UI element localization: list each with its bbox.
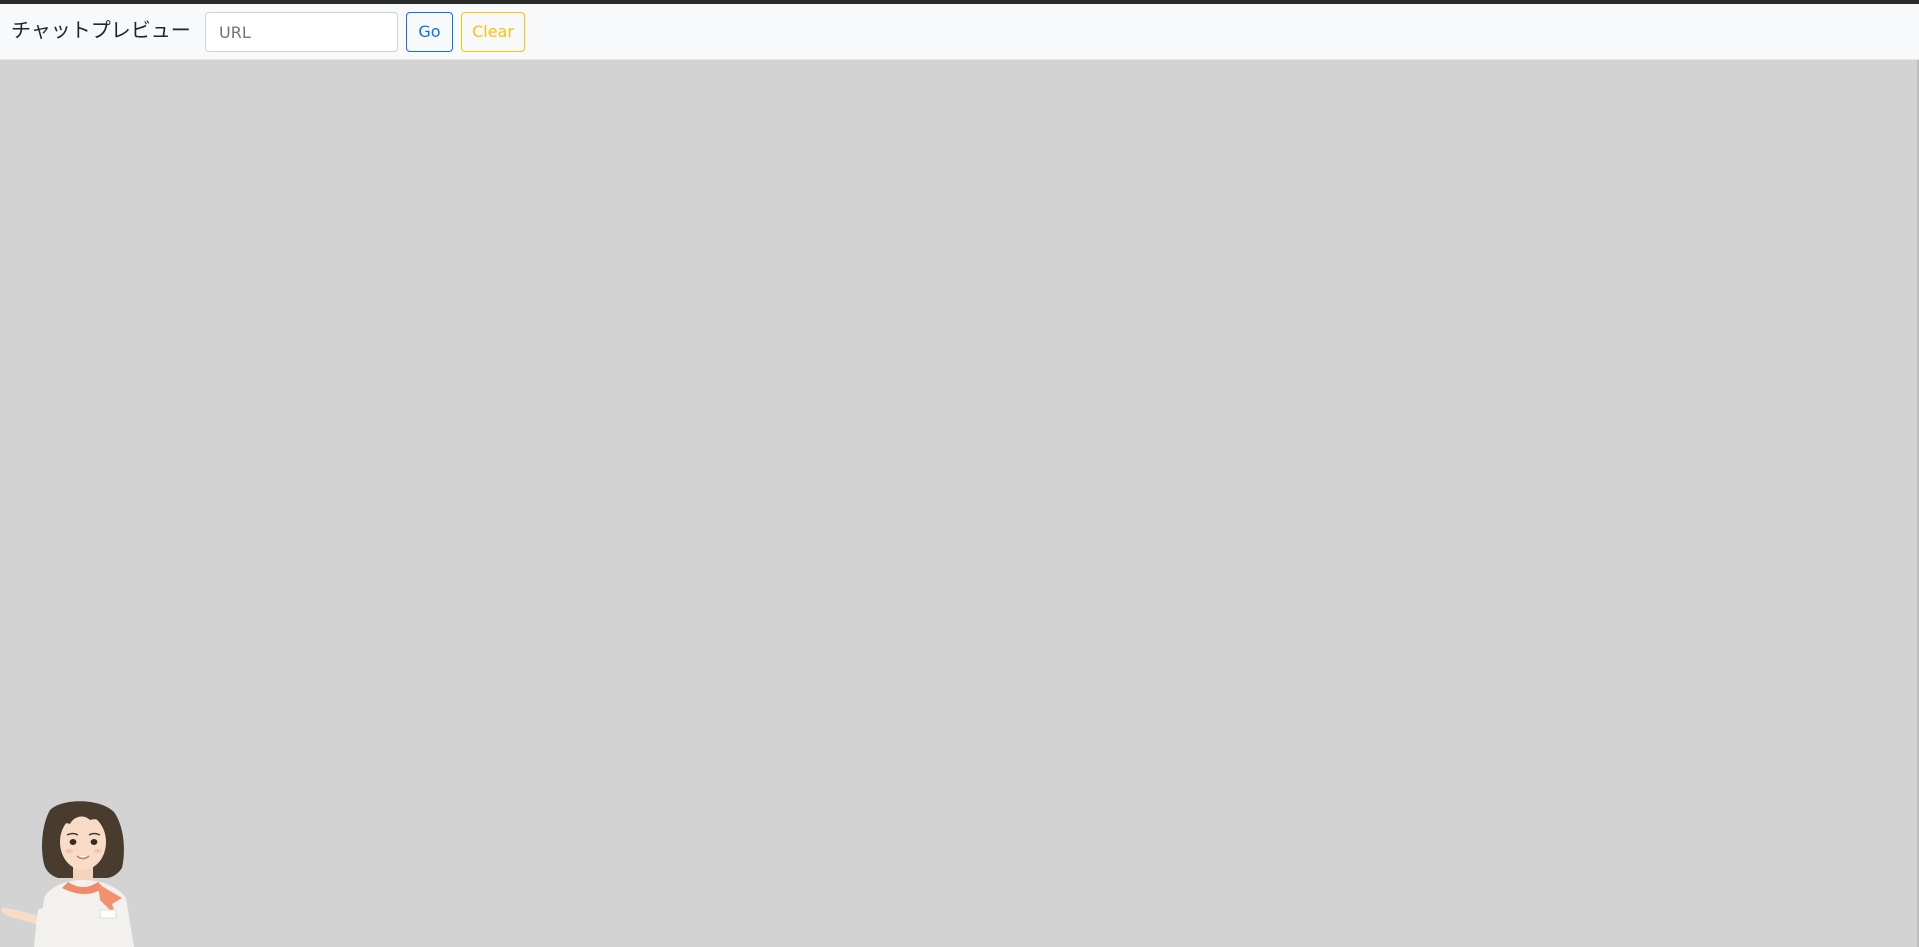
assistant-avatar-icon[interactable] — [0, 798, 140, 947]
navbar: チャットプレビュー Go Clear — [0, 4, 1919, 60]
clear-button[interactable]: Clear — [461, 12, 525, 52]
url-input[interactable] — [205, 12, 398, 52]
chat-preview-area — [0, 60, 1919, 947]
go-button[interactable]: Go — [406, 12, 453, 52]
page-title: チャットプレビュー — [11, 18, 191, 42]
